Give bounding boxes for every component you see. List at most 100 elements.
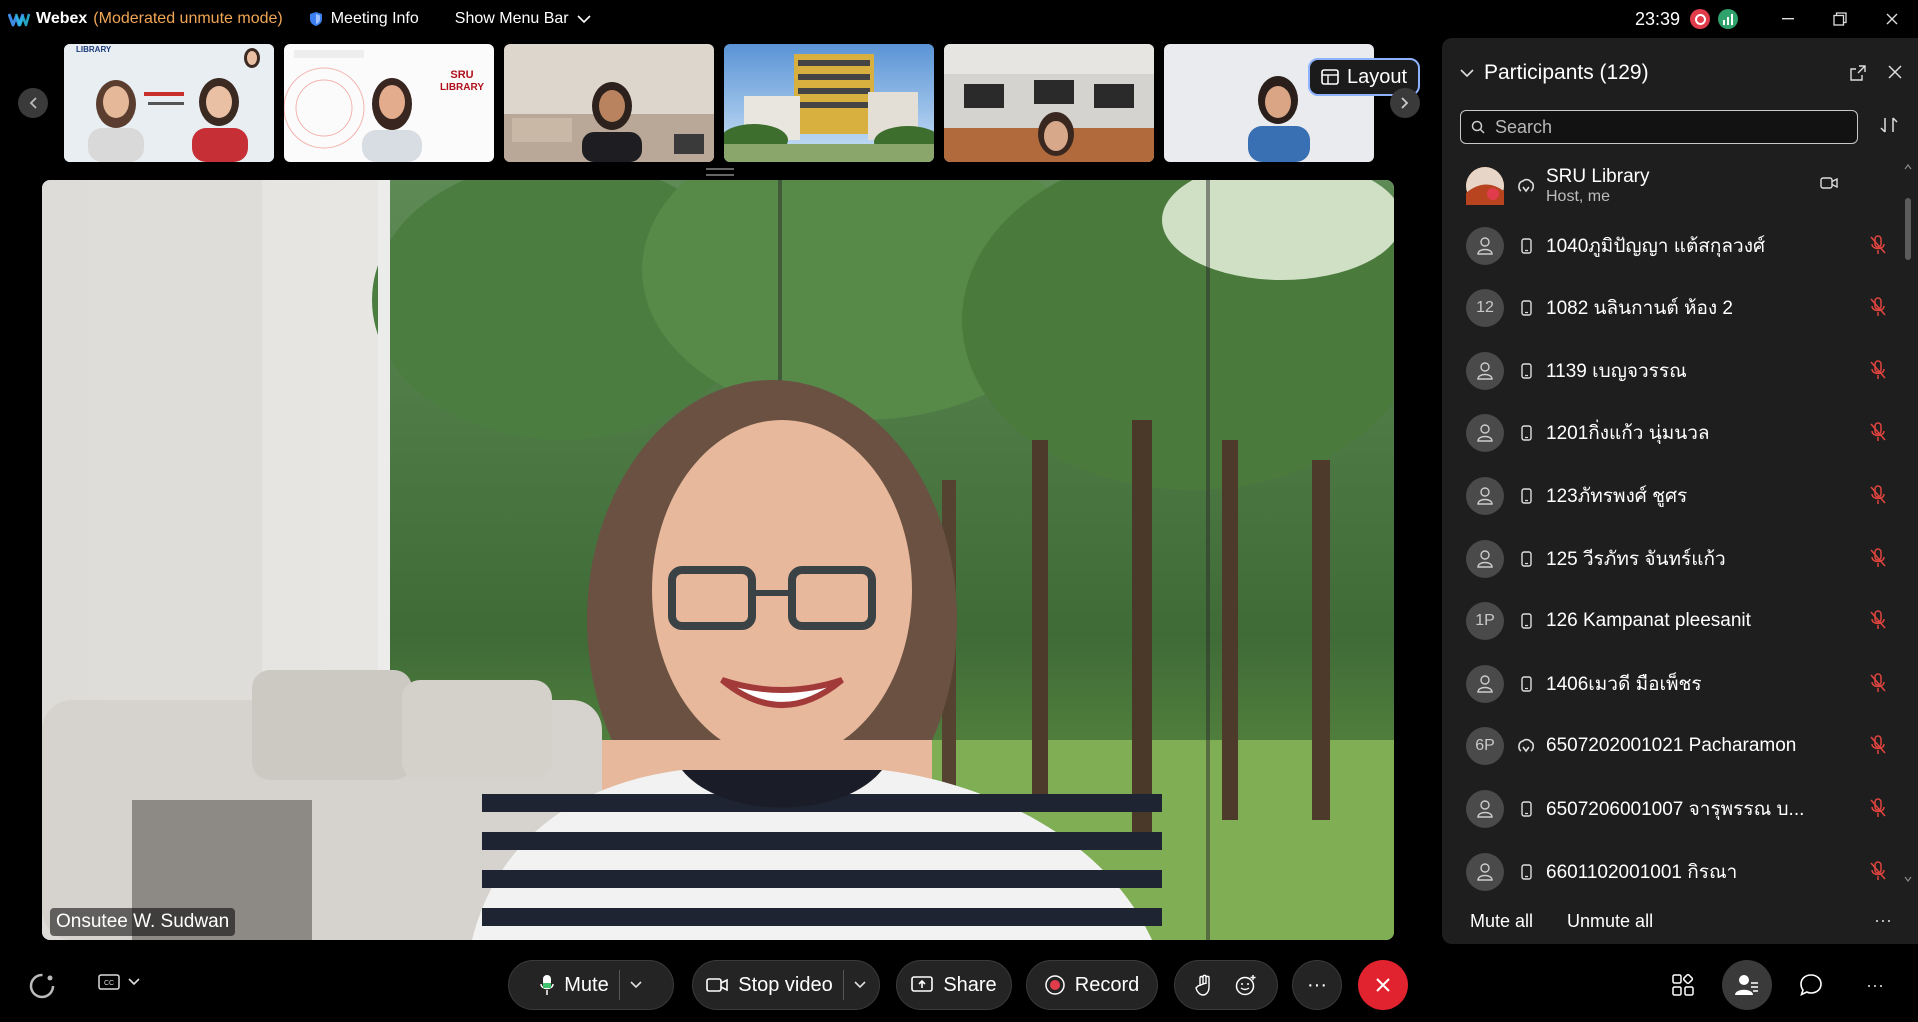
connection-status-icon [29, 973, 55, 999]
main-speaker-video[interactable]: Onsutee W. Sudwan [42, 180, 1394, 940]
participants-panel: Participants (129) SRU LibraryHost, me 10… [1442, 38, 1918, 944]
muted-microphone-icon[interactable] [1870, 610, 1886, 630]
filmstrip-prev-button[interactable] [18, 88, 48, 118]
participant-search-box[interactable] [1460, 110, 1858, 144]
participant-video-thumbnail[interactable] [724, 44, 934, 162]
participants-scrollbar[interactable] [1904, 164, 1912, 882]
muted-microphone-icon[interactable] [1870, 547, 1886, 568]
participant-row[interactable]: 12 1082 นลินกานต์ ห้อง 2 [1466, 283, 1896, 333]
device-type [1516, 363, 1536, 379]
avatar-initials: 12 [1476, 299, 1494, 317]
filmstrip-next-button[interactable] [1390, 88, 1420, 118]
close-icon[interactable] [1888, 65, 1902, 79]
muted-microphone-icon[interactable] [1870, 673, 1886, 693]
mobile-device-icon [1520, 300, 1532, 316]
chevron-down-icon[interactable] [854, 981, 866, 989]
participant-row[interactable]: 1040ภูมิปัญญา แต้สกุลวงศ์ [1466, 221, 1896, 271]
muted-microphone-icon[interactable] [1870, 297, 1886, 317]
mute-all-button[interactable]: Mute all [1470, 911, 1533, 932]
participants-footer: Mute all Unmute all ··· [1470, 906, 1898, 936]
muted-microphone-icon[interactable] [1870, 798, 1886, 818]
participant-info: 123ภัทรพงศ์ ชูศร [1546, 481, 1816, 511]
muted-microphone-icon[interactable] [1870, 422, 1886, 442]
search-input[interactable] [1493, 115, 1837, 139]
reactions-icon[interactable] [1235, 974, 1257, 996]
svg-text:LIBRARY: LIBRARY [76, 45, 112, 54]
participant-row[interactable]: 123ภัทรพงศ์ ชูศร [1466, 471, 1896, 521]
participant-mute-status[interactable] [1870, 673, 1886, 698]
participant-row[interactable]: 6P 6507202001021 Pacharamon [1466, 721, 1896, 771]
participant-mute-status[interactable] [1870, 485, 1886, 510]
participant-mute-status[interactable] [1870, 360, 1886, 385]
more-panels-button[interactable]: ··· [1850, 960, 1900, 1010]
mute-label: Mute [564, 973, 609, 996]
participant-row[interactable]: 1201กิ่งแก้ว นุ่มนวล [1466, 408, 1896, 458]
scroll-up-icon[interactable] [1904, 164, 1912, 170]
participant-video-thumbnail[interactable]: LIBRARY [64, 44, 274, 162]
participant-mute-status[interactable] [1870, 422, 1886, 447]
participant-row[interactable]: SRU Library Host, me [1466, 158, 1896, 214]
participant-row[interactable]: 6601102001001 กิรณา [1466, 847, 1896, 897]
person-avatar-icon [1477, 800, 1493, 818]
participant-mute-status[interactable] [1870, 297, 1886, 322]
participant-video-thumbnail[interactable] [504, 44, 714, 162]
muted-microphone-icon[interactable] [1870, 485, 1886, 505]
meeting-info-button[interactable]: Meeting Info [309, 10, 419, 28]
minimize-button[interactable] [1762, 0, 1814, 38]
raise-hand-icon[interactable] [1195, 974, 1213, 996]
chevron-down-icon[interactable] [1460, 68, 1474, 78]
more-options-button[interactable]: ··· [1292, 960, 1342, 1010]
record-button[interactable]: Record [1026, 960, 1158, 1010]
participants-more-button[interactable]: ··· [1874, 910, 1892, 931]
network-stats-icon[interactable] [1718, 9, 1738, 29]
participant-video-thumbnail[interactable] [944, 44, 1154, 162]
record-icon [1045, 975, 1065, 995]
participant-mute-status[interactable] [1870, 610, 1886, 635]
show-menu-bar-button[interactable]: Show Menu Bar [455, 10, 591, 28]
participant-row[interactable]: 1139 เบญจวรรณ [1466, 346, 1896, 396]
participant-row[interactable]: 6507206001007 จารุพรรณ บ... [1466, 784, 1896, 834]
restore-button[interactable] [1814, 0, 1866, 38]
unmute-all-button[interactable]: Unmute all [1567, 911, 1653, 932]
apps-button[interactable] [1658, 960, 1708, 1010]
participant-row[interactable]: 1P 126 Kampanat pleesanit [1466, 596, 1896, 646]
chevron-down-icon[interactable] [630, 981, 642, 989]
participant-row[interactable]: 125 วีรภัทร จันทร์แก้ว [1466, 534, 1896, 584]
scroll-down-icon[interactable] [1904, 876, 1912, 882]
participant-mute-status[interactable] [1870, 798, 1886, 823]
popout-icon[interactable] [1850, 65, 1866, 81]
recording-indicator-icon[interactable] [1690, 9, 1710, 29]
muted-microphone-icon[interactable] [1870, 360, 1886, 380]
participant-mute-status[interactable] [1870, 547, 1886, 573]
stop-video-button[interactable]: Stop video [692, 960, 880, 1010]
participant-video-status[interactable] [1820, 176, 1838, 195]
video-camera-icon[interactable] [1820, 176, 1838, 190]
video-filmstrip: LIBRARY SRU LIBRARY Layout [0, 44, 1440, 164]
participant-mute-status[interactable] [1870, 234, 1886, 260]
webex-logo-icon [8, 13, 30, 27]
muted-microphone-icon[interactable] [1870, 735, 1886, 755]
participant-row[interactable]: 1406เมวดี มือเพ็ชร [1466, 659, 1896, 709]
device-type [1516, 738, 1536, 754]
participant-mute-status[interactable] [1870, 860, 1886, 886]
filmstrip-resize-handle[interactable] [706, 168, 734, 176]
device-type [1516, 237, 1536, 254]
participant-video-thumbnail[interactable]: SRU LIBRARY [284, 44, 494, 162]
muted-microphone-icon[interactable] [1870, 860, 1886, 881]
close-window-button[interactable] [1866, 0, 1918, 38]
chat-button[interactable] [1786, 960, 1836, 1010]
participants-panel-button[interactable] [1722, 960, 1772, 1010]
participant-mute-status[interactable] [1870, 735, 1886, 760]
mute-button[interactable]: Mute [508, 960, 674, 1010]
host-avatar-icon [1466, 167, 1504, 205]
audio-connection-button[interactable] [28, 972, 56, 1005]
leave-meeting-button[interactable] [1358, 960, 1408, 1010]
sort-icon[interactable] [1880, 116, 1898, 134]
captions-button[interactable]: CC [98, 974, 140, 990]
muted-microphone-icon[interactable] [1870, 234, 1886, 255]
shield-icon [309, 12, 322, 26]
share-button[interactable]: Share [896, 960, 1012, 1010]
scroll-thumb[interactable] [1905, 198, 1911, 260]
participants-list: SRU Library Host, me 1040ภูมิปัญญา แต้สกุล… [1442, 158, 1902, 912]
participant-name: 126 Kampanat pleesanit [1546, 610, 1751, 632]
